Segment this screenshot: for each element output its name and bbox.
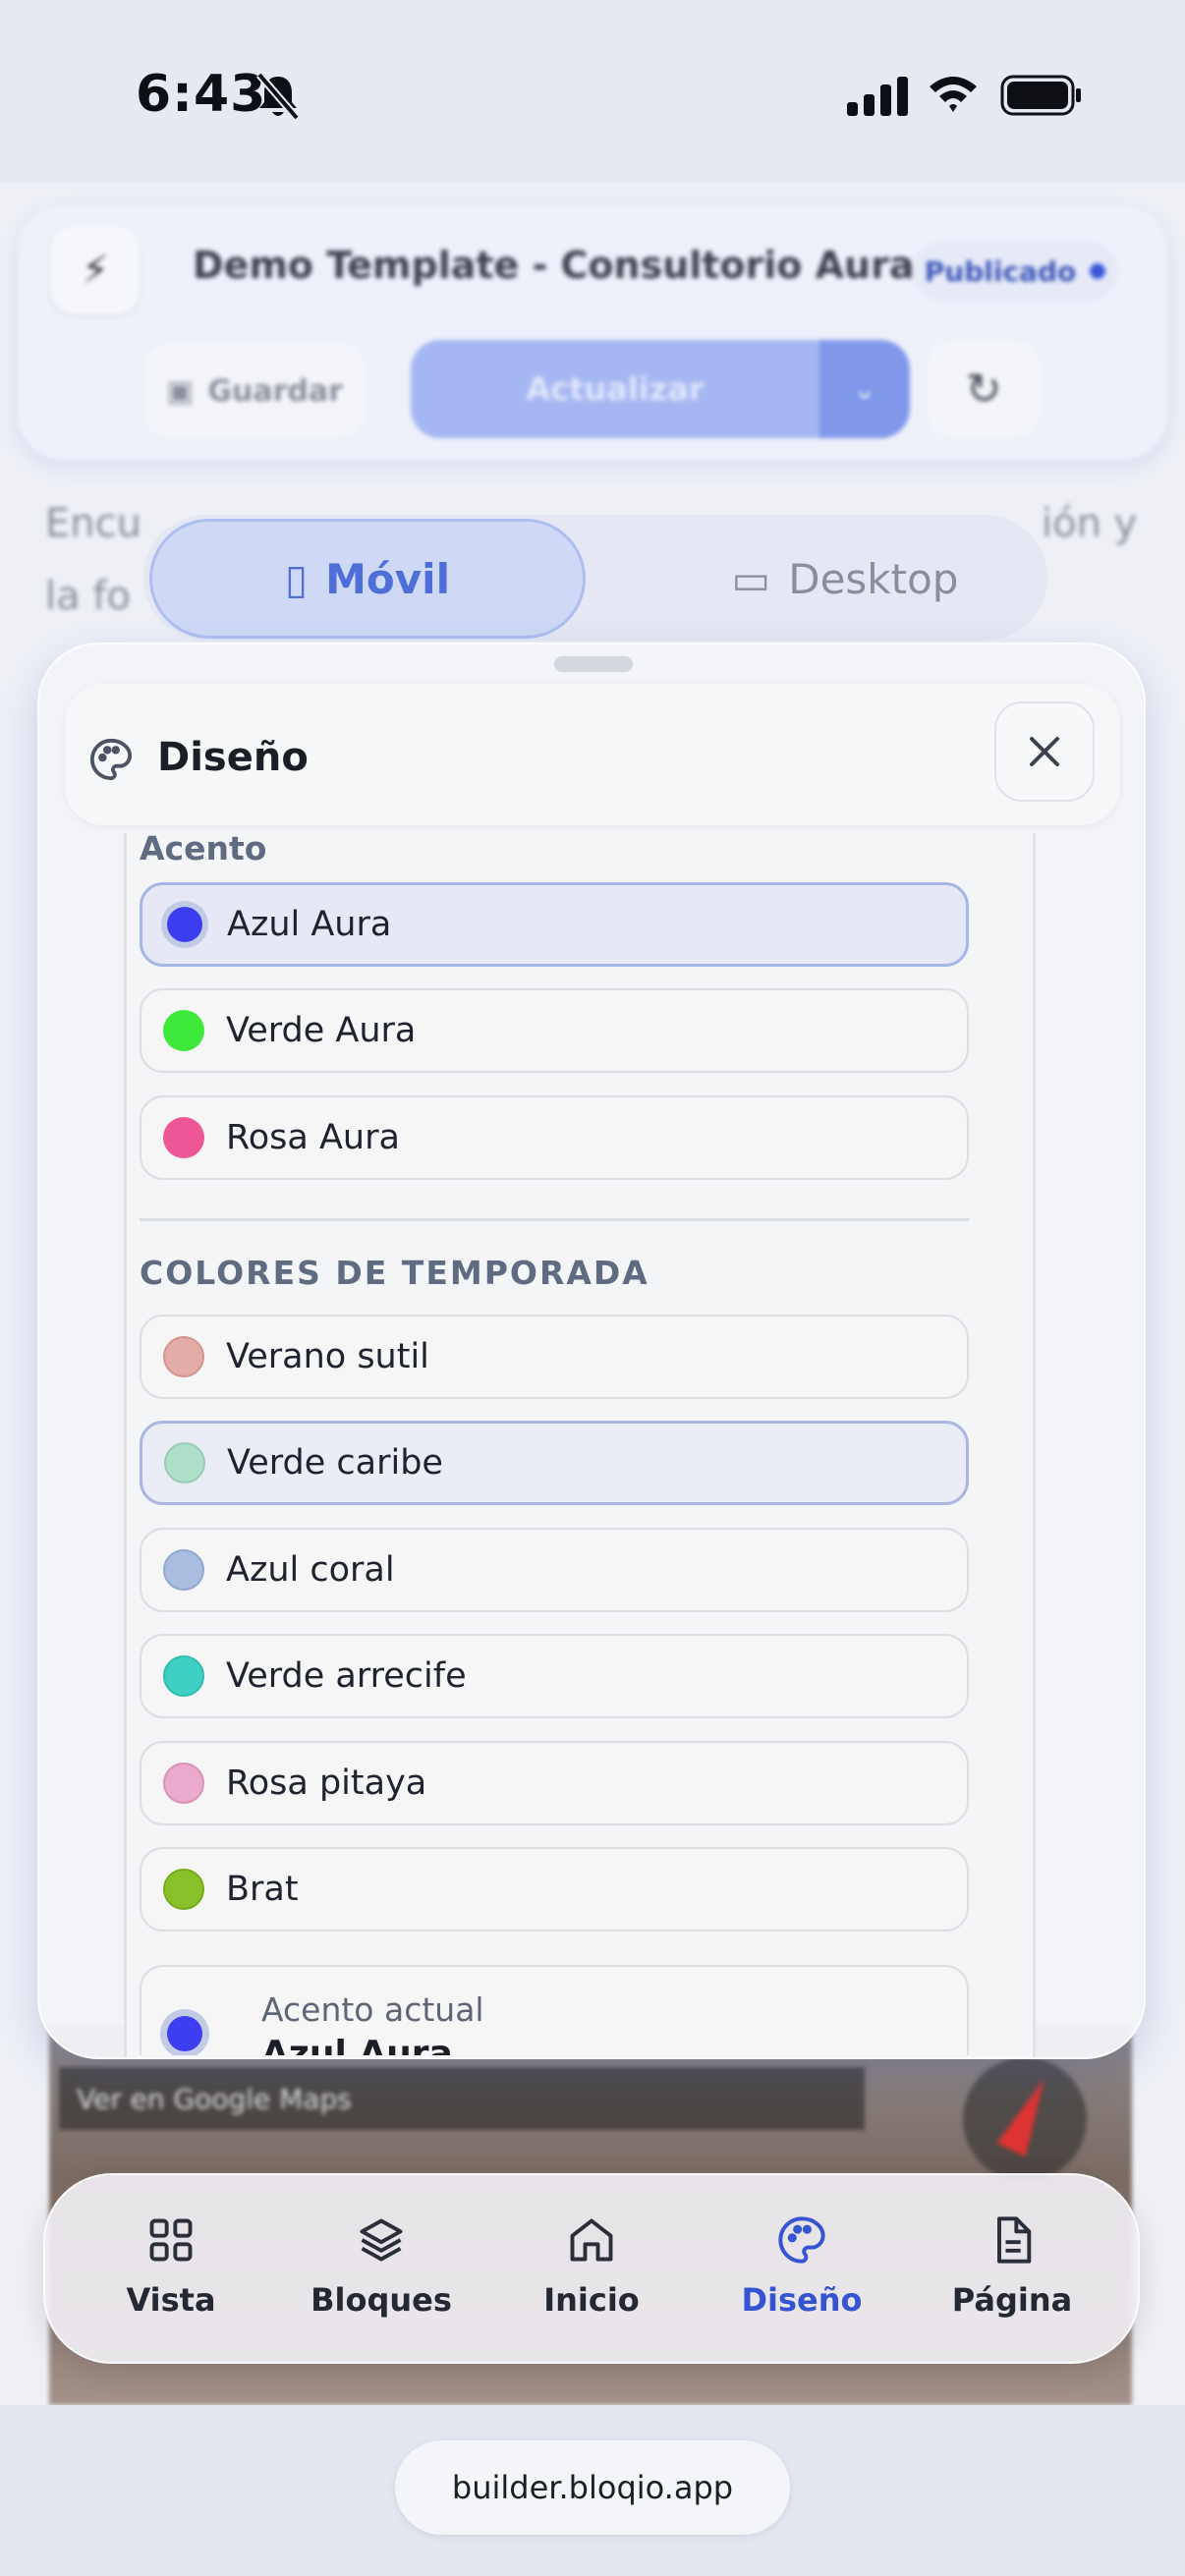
- nav-item-diseno[interactable]: Diseño: [704, 2214, 900, 2332]
- color-swatch: [164, 1442, 205, 1484]
- save-label: Guardar: [207, 373, 343, 409]
- seasonal-option-label: Verde caribe: [227, 1443, 443, 1483]
- cellular-signal-icon: [847, 77, 908, 116]
- close-icon: [1030, 737, 1059, 766]
- save-icon: ▣: [166, 373, 195, 409]
- site-title: Demo Template - Consultorio Aura: [193, 244, 915, 287]
- color-swatch: [163, 1117, 204, 1158]
- seasonal-option-verde-arrecife[interactable]: Verde arrecife: [140, 1634, 969, 1718]
- seasonal-option-label: Rosa pitaya: [226, 1764, 427, 1803]
- seasonal-option-brat[interactable]: Brat: [140, 1847, 969, 1932]
- status-dot-icon: [1090, 263, 1106, 279]
- nav-item-pagina[interactable]: Página: [914, 2214, 1110, 2332]
- seasonal-option-verde-caribe[interactable]: Verde caribe: [140, 1421, 969, 1505]
- nav-item-bloques[interactable]: Bloques: [283, 2214, 480, 2332]
- accent-section-label: Acento: [140, 831, 267, 868]
- nav-label: Bloques: [310, 2281, 452, 2319]
- accent-option-azul-aura[interactable]: Azul Aura: [140, 882, 969, 967]
- device-mobile-label: Móvil: [325, 554, 450, 603]
- nav-label: Inicio: [543, 2281, 640, 2319]
- wifi-icon: [930, 77, 977, 112]
- nav-item-vista[interactable]: Vista: [73, 2214, 269, 2332]
- update-dropdown-button[interactable]: ⌄: [819, 340, 910, 438]
- status-time: 6:43: [136, 65, 267, 124]
- nav-label: Diseño: [741, 2281, 863, 2319]
- color-swatch: [163, 1655, 204, 1697]
- refresh-icon: ↻: [965, 364, 1002, 415]
- color-swatch: [163, 1763, 204, 1804]
- section-divider: [140, 1218, 969, 1221]
- page-text-fragment: Encu: [45, 501, 141, 546]
- layers-icon: [360, 2218, 403, 2262]
- current-accent-value: Azul Aura: [261, 2034, 453, 2055]
- close-button[interactable]: [994, 701, 1095, 802]
- options-scroll-area[interactable]: Acento Azul Aura Verde Aura Rosa Aura CO…: [0, 831, 1185, 2055]
- page-text-fragment-2: la fo: [45, 574, 131, 619]
- accent-option-label: Rosa Aura: [226, 1118, 400, 1157]
- status-bar: 6:43: [0, 0, 1185, 183]
- current-accent-swatch: [167, 2016, 202, 2051]
- color-swatch: [167, 907, 202, 942]
- nav-item-inicio[interactable]: Inicio: [493, 2214, 690, 2332]
- sheet-grabber[interactable]: [554, 656, 633, 672]
- device-desktop-label: Desktop: [788, 554, 959, 603]
- battery-icon: [1000, 75, 1081, 116]
- accent-option-rosa-aura[interactable]: Rosa Aura: [140, 1095, 969, 1180]
- color-swatch: [163, 1010, 204, 1051]
- seasonal-option-label: Brat: [226, 1870, 299, 1909]
- color-swatch: [163, 1336, 204, 1377]
- grid-icon: [149, 2218, 193, 2262]
- page-text-fragment-3: ión y: [1042, 501, 1138, 546]
- update-label: Actualizar: [526, 370, 705, 408]
- current-accent-label: Acento actual: [261, 1990, 484, 2029]
- home-icon: [570, 2218, 613, 2262]
- update-button[interactable]: Actualizar: [411, 340, 819, 438]
- color-swatch: [163, 1869, 204, 1910]
- map-caption[interactable]: Ver en Google Maps: [59, 2067, 865, 2130]
- undo-button[interactable]: ↻: [928, 340, 1040, 438]
- url-pill[interactable]: builder.bloqio.app: [395, 2440, 790, 2535]
- monitor-icon: ▭: [731, 554, 771, 603]
- status-badge: Publicado: [912, 242, 1118, 301]
- palette-icon: [778, 2216, 825, 2264]
- seasonal-option-verano-sutil[interactable]: Verano sutil: [140, 1315, 969, 1399]
- seasonal-option-label: Verde arrecife: [226, 1656, 467, 1696]
- seasonal-option-label: Verano sutil: [226, 1337, 429, 1376]
- color-swatch: [163, 1549, 204, 1591]
- sheet-title: Diseño: [157, 735, 309, 780]
- nav-label: Página: [951, 2281, 1073, 2319]
- nav-label: Vista: [126, 2281, 216, 2319]
- device-mobile-button[interactable]: ▯ Móvil: [149, 519, 586, 639]
- seasonal-option-rosa-pitaya[interactable]: Rosa pitaya: [140, 1741, 969, 1825]
- page-icon: [997, 2216, 1032, 2264]
- bell-muted-icon: [255, 72, 301, 121]
- accent-option-label: Verde Aura: [226, 1011, 417, 1050]
- palette-icon: [89, 738, 133, 781]
- logo-icon[interactable]: ⚡: [51, 226, 140, 314]
- seasonal-option-azul-coral[interactable]: Azul coral: [140, 1528, 969, 1612]
- status-badge-label: Publicado: [924, 254, 1077, 288]
- accent-option-verde-aura[interactable]: Verde Aura: [140, 988, 969, 1073]
- device-desktop-button[interactable]: ▭ Desktop: [649, 519, 1042, 639]
- seasonal-section-label: COLORES DE TEMPORADA: [140, 1254, 649, 1292]
- phone-icon: ▯: [285, 554, 309, 603]
- seasonal-option-label: Azul coral: [226, 1550, 395, 1590]
- chevron-down-icon: ⌄: [852, 371, 877, 407]
- save-button[interactable]: ▣ Guardar: [145, 344, 364, 438]
- accent-option-label: Azul Aura: [227, 905, 392, 944]
